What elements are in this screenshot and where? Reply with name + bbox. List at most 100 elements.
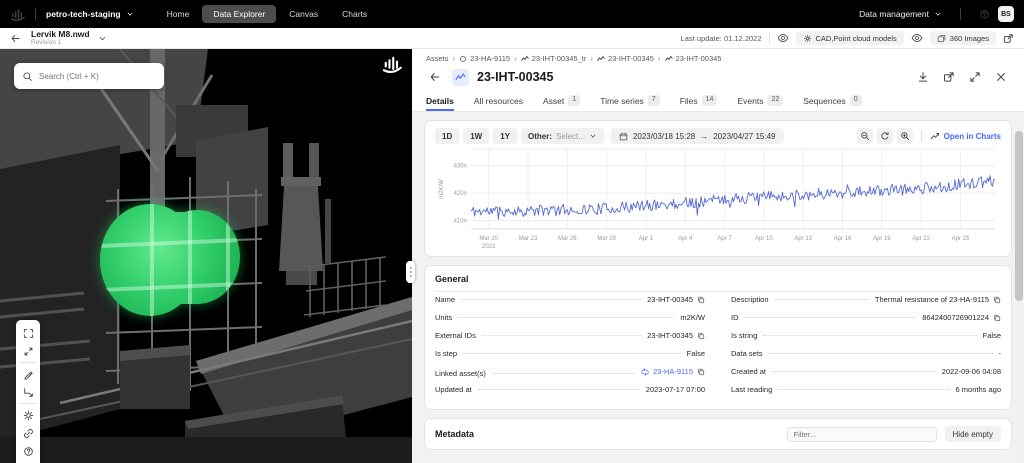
- model-file-name: Lervik M8.nwd: [31, 30, 90, 39]
- nav-item-data-explorer[interactable]: Data Explorer: [202, 5, 276, 23]
- open-in-charts-link[interactable]: Open in Charts: [930, 131, 1001, 141]
- svg-text:420n: 420n: [454, 191, 467, 197]
- tab-label: All resources: [474, 96, 523, 106]
- chart-controls: 1D1W1Y Other: Select... 2023/03/18 15:28…: [435, 128, 1001, 144]
- dotted-leader: [763, 335, 976, 336]
- search-icon: [22, 71, 33, 82]
- panel-scrollbar[interactable]: [1015, 126, 1023, 463]
- breadcrumb-item[interactable]: 23-IHT-00345_tr: [521, 54, 587, 63]
- detail-row-is-step: Is stepFalse: [435, 349, 705, 367]
- tab-asset[interactable]: Asset1: [543, 91, 580, 111]
- detail-row-external-ids: External IDs23-IHT-00345: [435, 331, 705, 349]
- breadcrumb-item[interactable]: 23-HA-9115: [459, 54, 510, 63]
- range-button-1d[interactable]: 1D: [435, 128, 459, 144]
- avatar[interactable]: BS: [998, 6, 1014, 22]
- copy-icon[interactable]: [697, 332, 705, 340]
- hide-empty-button[interactable]: Hide empty: [945, 426, 1001, 442]
- back-arrow-icon[interactable]: [426, 68, 444, 86]
- breadcrumb-separator: ›: [590, 54, 593, 63]
- copy-icon[interactable]: [697, 296, 705, 304]
- tab-events[interactable]: Events22: [737, 91, 783, 111]
- timeseries-icon: [452, 69, 469, 86]
- detail-value-text: 2022-09-06 04:08: [942, 367, 1001, 376]
- detail-row-units: Unitsm2K/W: [435, 313, 705, 331]
- svg-text:Mar 26: Mar 26: [558, 236, 577, 242]
- images-360-toggle[interactable]: 360 Images: [930, 31, 996, 45]
- cad-models-toggle[interactable]: CAD,Point cloud models: [796, 31, 904, 45]
- tab-files[interactable]: Files14: [680, 91, 718, 111]
- tab-all-resources[interactable]: All resources: [474, 91, 523, 111]
- dotted-leader: [492, 373, 635, 374]
- metadata-filter-input[interactable]: [787, 427, 937, 442]
- tab-count-badge: 22: [767, 95, 783, 105]
- zoom-out-button[interactable]: [857, 128, 873, 144]
- detail-value[interactable]: 23-HA-9115: [641, 367, 705, 376]
- zoom-to-selection-icon[interactable]: [16, 342, 40, 360]
- tab-time-series[interactable]: Time series7: [600, 91, 660, 111]
- data-management-label: Data management: [859, 9, 929, 19]
- tab-sequences[interactable]: Sequences0: [803, 91, 861, 111]
- open-window-icon[interactable]: [1003, 33, 1014, 44]
- copy-icon[interactable]: [993, 314, 1001, 322]
- model-file-info: Lervik M8.nwd Revision 1: [31, 30, 90, 46]
- detail-value-text: m2K/W: [680, 313, 705, 322]
- range-button-1w[interactable]: 1W: [463, 128, 489, 144]
- slice-icon[interactable]: [16, 383, 40, 401]
- nav-item-canvas[interactable]: Canvas: [278, 5, 329, 23]
- close-icon[interactable]: [992, 68, 1010, 86]
- zoom-in-button[interactable]: [897, 128, 913, 144]
- copy-icon[interactable]: [993, 296, 1001, 304]
- reset-zoom-button[interactable]: [877, 128, 893, 144]
- chart-svg[interactable]: 410n420n430nMar 202023Mar 23Mar 26Mar 29…: [435, 144, 1001, 254]
- copy-icon[interactable]: [697, 368, 705, 376]
- chevron-down-icon: [126, 10, 134, 18]
- detail-value-text: -: [999, 349, 1002, 358]
- nav-item-home[interactable]: Home: [156, 5, 201, 23]
- back-arrow-icon[interactable]: [10, 33, 21, 44]
- fit-view-icon[interactable]: [16, 324, 40, 342]
- help-icon[interactable]: [16, 442, 40, 460]
- lighting-icon[interactable]: [16, 406, 40, 424]
- breadcrumb-item[interactable]: 23-IHT-00345: [597, 54, 654, 63]
- download-icon[interactable]: [914, 68, 932, 86]
- nav-item-charts[interactable]: Charts: [331, 5, 378, 23]
- svg-text:Mar 29: Mar 29: [597, 236, 616, 242]
- breadcrumb-item[interactable]: 23-IHT-00345: [665, 54, 722, 63]
- 3d-scene[interactable]: [0, 49, 412, 463]
- breadcrumb-label: 23-IHT-00345: [608, 54, 654, 63]
- scrollbar-thumb[interactable]: [1015, 131, 1023, 301]
- detail-label: Created at: [731, 367, 766, 376]
- data-management-menu[interactable]: Data management: [859, 9, 942, 19]
- breadcrumb-item[interactable]: Assets: [426, 54, 449, 63]
- detail-label: Name: [435, 295, 455, 304]
- split-drag-handle[interactable]: [406, 261, 415, 283]
- chevron-down-icon[interactable]: [98, 34, 107, 43]
- search-input[interactable]: [39, 72, 156, 81]
- detail-value: 6 months ago: [956, 385, 1001, 394]
- project-selector[interactable]: petro-tech-staging: [46, 9, 134, 19]
- range-button-1y[interactable]: 1Y: [493, 128, 517, 144]
- asset-link-icon: [641, 368, 649, 376]
- breadcrumb-label: 23-IHT-00345: [676, 54, 722, 63]
- dotted-leader: [769, 353, 993, 354]
- share-icon[interactable]: [16, 424, 40, 442]
- 3d-viewer[interactable]: [0, 49, 412, 463]
- open-in-new-icon[interactable]: [940, 68, 958, 86]
- eye-icon[interactable]: [777, 32, 789, 44]
- help-icon[interactable]: [979, 9, 990, 20]
- eye-icon[interactable]: [911, 32, 923, 44]
- detail-value-text: 23-HA-9115: [653, 367, 693, 376]
- date-range-picker[interactable]: 2023/03/18 15:28 → 2023/04/27 15:49: [611, 128, 784, 144]
- measure-icon[interactable]: [16, 365, 40, 383]
- resource-tabs: Details All resources Asset1 Time series7 Fi…: [412, 91, 1024, 112]
- other-range-select[interactable]: Other: Select...: [521, 128, 604, 144]
- date-to: 2023/04/27 15:49: [713, 132, 775, 141]
- timeseries-preview-card: 1D1W1Y Other: Select... 2023/03/18 15:28…: [424, 120, 1012, 257]
- cad-models-label: CAD,Point cloud models: [816, 34, 897, 43]
- svg-text:2023: 2023: [482, 244, 496, 250]
- tab-details[interactable]: Details: [426, 91, 454, 111]
- detail-label: Last reading: [731, 385, 772, 394]
- detail-value: 23-IHT-00345: [647, 295, 705, 304]
- timeseries-chart[interactable]: 410n420n430nMar 202023Mar 23Mar 26Mar 29…: [435, 144, 1001, 254]
- expand-icon[interactable]: [966, 68, 984, 86]
